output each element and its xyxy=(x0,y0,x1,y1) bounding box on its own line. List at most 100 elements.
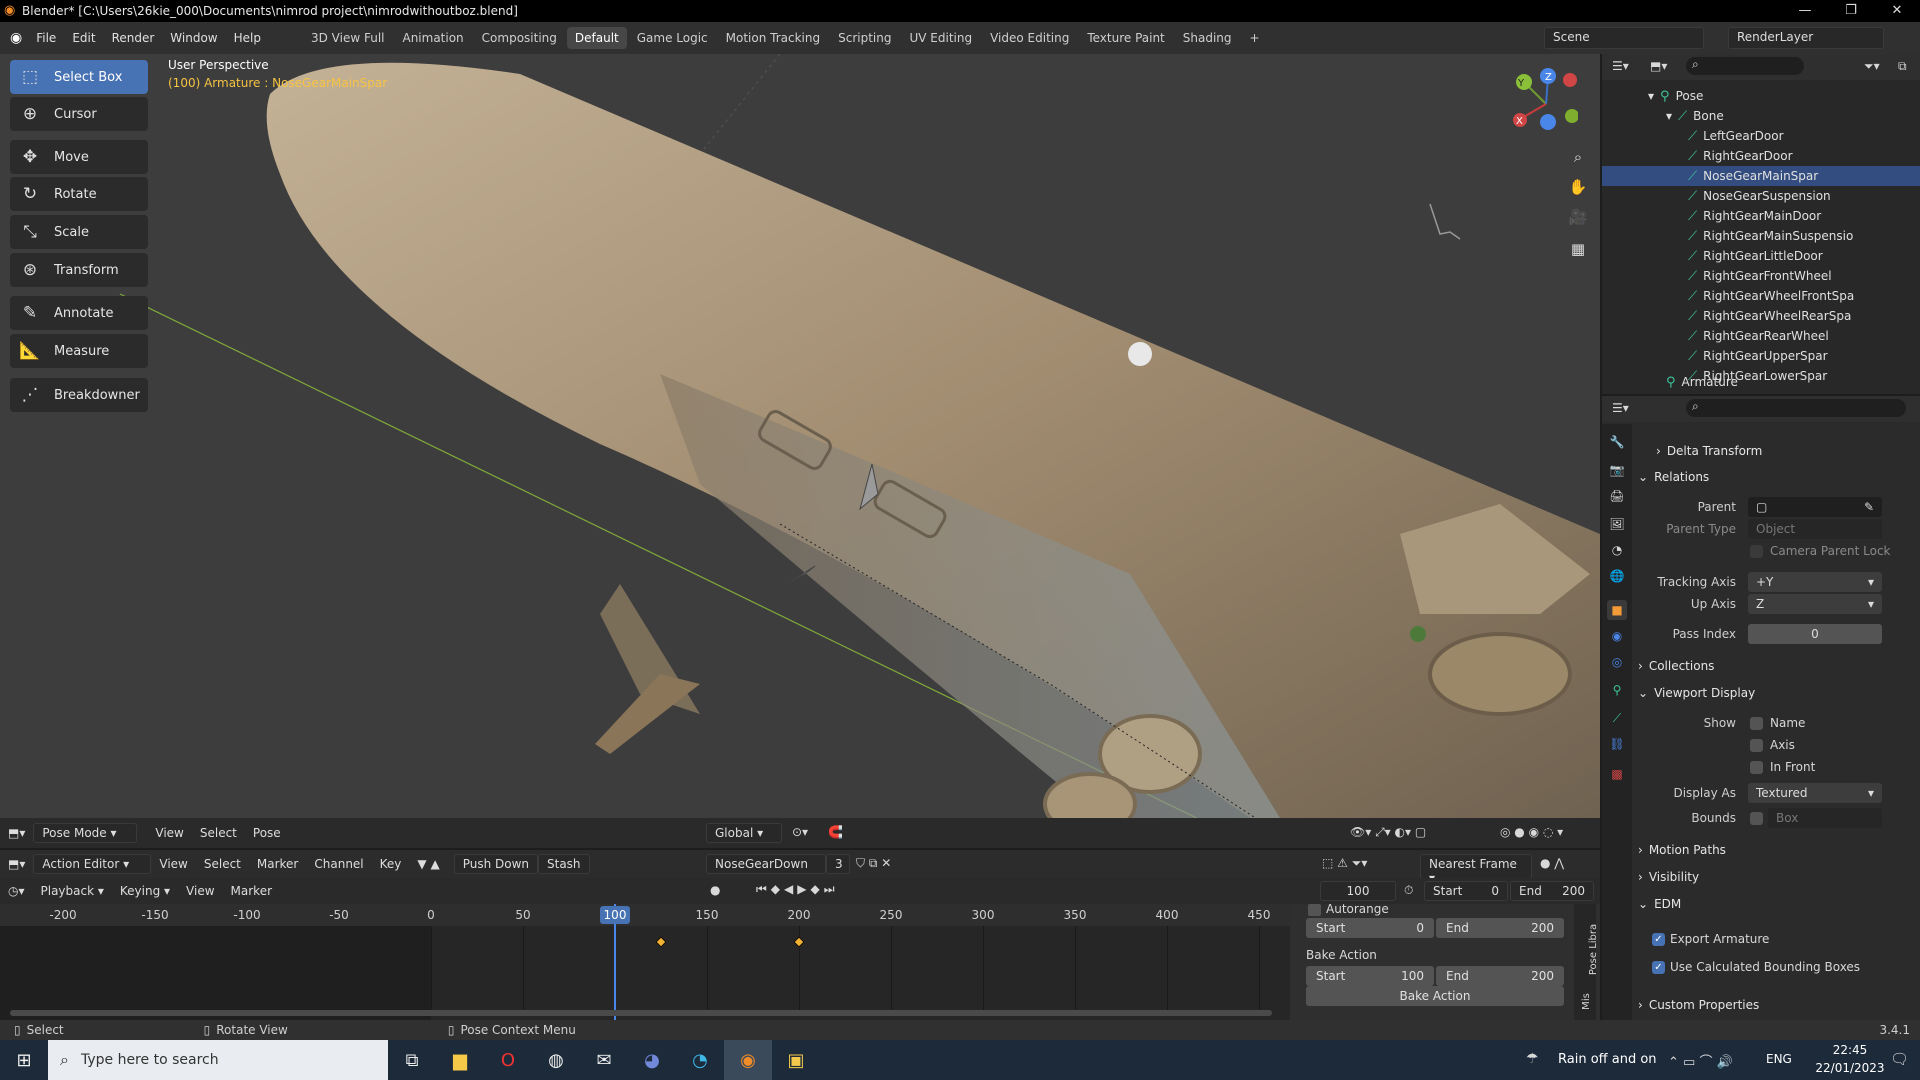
section-delta-transform[interactable]: › Delta Transform xyxy=(1638,440,1908,462)
filter-icons[interactable]: ⬚ ⚠ ⏷▾ xyxy=(1322,856,1367,871)
shading-modes-icon[interactable]: ◎ ● ◉ ◌ ▾ xyxy=(1500,825,1563,839)
task-view-icon[interactable]: ⧉ xyxy=(388,1040,436,1080)
section-collections[interactable]: › Collections xyxy=(1638,655,1908,677)
properties-search-input[interactable]: ⌕ xyxy=(1686,399,1906,417)
frame-ruler[interactable] xyxy=(0,904,1290,926)
tab-misc[interactable]: Mis xyxy=(1581,993,1592,1010)
constraints-tab-icon[interactable]: ◎ xyxy=(1607,652,1627,672)
outliner-bone-group[interactable]: ▾ ⟋ Bone xyxy=(1602,106,1920,126)
tool-tab-icon[interactable]: 🔧 xyxy=(1607,432,1627,452)
outliner-bone-item[interactable]: ⟋ RightGearWheelRearSpa xyxy=(1602,306,1920,326)
orientation-selector[interactable]: Global ▾ xyxy=(706,823,782,843)
show-axis-checkbox[interactable] xyxy=(1750,739,1763,752)
bounds-checkbox[interactable] xyxy=(1750,812,1763,825)
ae-menu-key[interactable]: Key xyxy=(372,857,410,871)
menu-edit[interactable]: Edit xyxy=(64,31,103,45)
tool-move[interactable]: ✥ Move xyxy=(10,140,148,174)
tl-menu-marker[interactable]: Marker xyxy=(223,884,280,898)
tool-select-box[interactable]: ⬚ Select Box xyxy=(10,60,148,94)
camera-parent-lock-checkbox[interactable] xyxy=(1750,545,1763,558)
editor-type-icon[interactable]: ⬒▾ xyxy=(0,826,33,840)
menu-window[interactable]: Window xyxy=(162,31,225,45)
dopesheet-area[interactable]: -200 -150 -100 -50 0 50 100 150 200 250 300 350 400 4… xyxy=(0,904,1290,1020)
ae-menu-marker[interactable]: Marker xyxy=(249,857,306,871)
use-calc-bounds-checkbox[interactable]: ✓ xyxy=(1652,961,1665,974)
section-edm[interactable]: ⌄ EDM xyxy=(1638,893,1908,915)
outliner-armature[interactable]: ⚲ Armature xyxy=(1602,372,1920,392)
autorange-checkbox[interactable] xyxy=(1308,904,1321,916)
maximize-icon[interactable]: ❐ xyxy=(1828,0,1874,22)
menu-pose[interactable]: Pose xyxy=(245,826,289,840)
horizontal-scrollbar[interactable] xyxy=(10,1010,1272,1016)
render-tab-icon[interactable]: 📷 xyxy=(1607,460,1627,480)
tab-motion-tracking[interactable]: Motion Tracking xyxy=(718,27,828,49)
action-editor-mode[interactable]: Action Editor ▾ xyxy=(33,854,152,874)
ae-menu-channel[interactable]: Channel xyxy=(306,857,371,871)
section-motion-paths[interactable]: › Motion Paths xyxy=(1638,839,1908,861)
tl-menu-view[interactable]: View xyxy=(178,884,222,898)
filter-icon[interactable]: ⏷▾ xyxy=(1864,59,1880,74)
camera-icon[interactable]: 🎥 xyxy=(1565,204,1591,230)
outliner-search-input[interactable]: ⌕ xyxy=(1686,57,1804,75)
overlay-icons[interactable]: 👁▾ ⤢▾ ◐▾ ▢ xyxy=(1350,825,1426,840)
scene-tab-icon[interactable]: ◔ xyxy=(1607,540,1627,560)
zoom-icon[interactable]: ⌕ xyxy=(1565,144,1591,170)
tool-rotate[interactable]: ↻ Rotate xyxy=(10,177,148,211)
outliner-bone-item[interactable]: ⟋ RightGearMainDoor xyxy=(1602,206,1920,226)
blender-menu-icon[interactable]: ◉ xyxy=(10,30,22,46)
tray-icons[interactable]: ⌃ ▭ ⌒ 🔊 xyxy=(1668,1051,1733,1070)
menu-view[interactable]: View xyxy=(147,826,191,840)
outliner-bone-item[interactable]: ⟋ RightGearMainSuspensio xyxy=(1602,226,1920,246)
taskbar-search[interactable]: ⌕ Type here to search xyxy=(48,1040,388,1080)
grid-view-icon[interactable]: ▦ xyxy=(1565,236,1591,262)
menu-render[interactable]: Render xyxy=(104,31,163,45)
parent-field[interactable]: ▢ ✎ xyxy=(1748,497,1882,517)
range-start-field[interactable]: Start 0 xyxy=(1306,918,1434,938)
opera-icon[interactable]: O xyxy=(484,1040,532,1080)
section-visibility[interactable]: › Visibility xyxy=(1638,866,1908,888)
tab-compositing[interactable]: Compositing xyxy=(474,27,565,49)
file-explorer-icon[interactable]: ▆ xyxy=(436,1040,484,1080)
outliner-bone-item[interactable]: ⟋ RightGearDoor xyxy=(1602,146,1920,166)
push-down-button[interactable]: Push Down xyxy=(453,854,538,874)
playhead-frame-label[interactable]: 100 xyxy=(600,906,630,924)
stopwatch-icon[interactable]: ⏱ xyxy=(1404,883,1413,898)
section-relations[interactable]: ⌄ Relations xyxy=(1638,466,1908,488)
tab-scripting[interactable]: Scripting xyxy=(830,27,899,49)
data-tab-icon[interactable]: ⚲ xyxy=(1607,680,1627,700)
clock-date[interactable]: 22/01/2023 xyxy=(1815,1061,1885,1075)
outliner[interactable]: ☰▾ ⬒▾ ⌕ ⏷▾ ⧉ ▾ ⚲ Pose ▾ ⟋ Bone ⟋ LeftGearDoor… xyxy=(1602,54,1920,394)
bake-action-button[interactable]: Bake Action xyxy=(1306,986,1564,1006)
outliner-bone-item[interactable]: ⟋ RightGearFrontWheel xyxy=(1602,266,1920,286)
display-as-selector[interactable]: Textured ▾ xyxy=(1748,783,1882,803)
pan-hand-icon[interactable]: ✋ xyxy=(1565,174,1591,200)
outliner-bone-item[interactable]: ⟋ RightGearRearWheel xyxy=(1602,326,1920,346)
navigation-gizmo[interactable] xyxy=(1506,68,1578,140)
notifications-icon[interactable]: 🗨 xyxy=(1890,1050,1909,1068)
keyframe-diamond[interactable] xyxy=(655,936,667,948)
outliner-bone-item[interactable]: ⟋ RightGearUpperSpar xyxy=(1602,346,1920,366)
outliner-bone-item[interactable]: ⟋ RightGearWheelFrontSpa xyxy=(1602,286,1920,306)
clock-time[interactable]: 22:45 xyxy=(1820,1043,1880,1057)
bake-start-field[interactable]: Start 100 xyxy=(1306,966,1434,986)
tab-3d-view-full[interactable]: 3D View Full xyxy=(303,27,393,49)
game-app-icon[interactable]: ▣ xyxy=(772,1040,820,1080)
tab-uv-editing[interactable]: UV Editing xyxy=(901,27,980,49)
minimize-icon[interactable]: — xyxy=(1782,0,1828,22)
discord-icon[interactable]: ◕ xyxy=(628,1040,676,1080)
keyframe-diamond[interactable] xyxy=(793,936,805,948)
outliner-bone-item[interactable]: ⟋ LeftGearDoor xyxy=(1602,126,1920,146)
record-icon[interactable]: ● xyxy=(710,883,720,897)
export-armature-checkbox[interactable]: ✓ xyxy=(1652,933,1665,946)
up-axis-selector[interactable]: Z ▾ xyxy=(1748,594,1882,614)
blender-taskbar-icon[interactable]: ◉ xyxy=(724,1040,772,1080)
display-mode-icon[interactable]: ⬒▾ xyxy=(1650,59,1667,73)
range-end-field[interactable]: End 200 xyxy=(1436,918,1564,938)
3d-viewport[interactable]: ⬚ Select Box ⊕ Cursor ✥ Move ↻ Rotate ⤡ Scale… xyxy=(0,54,1600,818)
proportional-icon[interactable]: ● ⋀ xyxy=(1540,856,1564,870)
tab-texture-paint[interactable]: Texture Paint xyxy=(1079,27,1172,49)
outliner-bone-item[interactable]: ⟋ RightGearLittleDoor xyxy=(1602,246,1920,266)
texture-tab-icon[interactable]: ▩ xyxy=(1607,764,1627,784)
tool-transform[interactable]: ⊛ Transform xyxy=(10,253,148,287)
menu-help[interactable]: Help xyxy=(226,31,269,45)
